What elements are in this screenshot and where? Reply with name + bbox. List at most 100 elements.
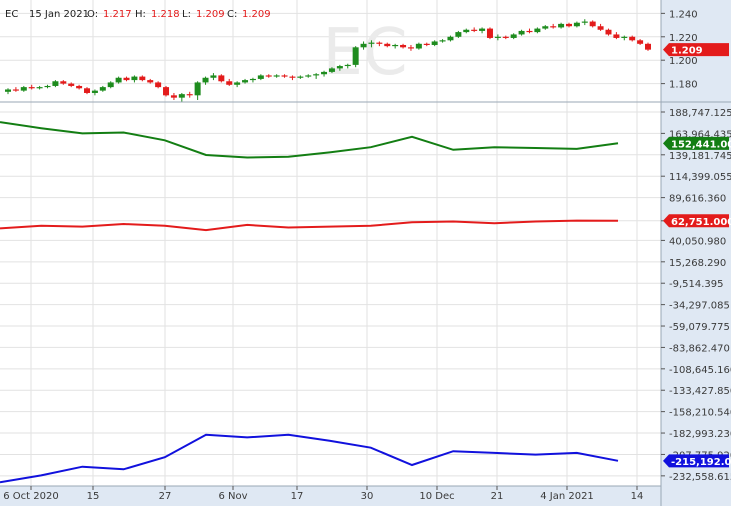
candle-body <box>486 28 493 38</box>
price-y-tick-label: 1.220 <box>669 33 698 44</box>
candle-body <box>645 43 651 50</box>
candle-body <box>494 36 501 38</box>
cot-y-tick-label: -83,862.470 <box>669 343 730 354</box>
cot-y-tick-label: -59,079.775 <box>669 322 730 333</box>
cot-y-tick-label: 139,181.745 <box>669 151 731 162</box>
candle-body <box>170 95 177 98</box>
x-tick-label: 10 Dec <box>419 491 454 502</box>
candle-body <box>344 64 351 67</box>
close-value: 1.209 <box>242 9 271 20</box>
candle-body <box>573 22 580 27</box>
candle-body <box>20 87 27 91</box>
cot-y-tick-label: -133,427.850 <box>669 386 731 397</box>
x-tick-label: 30 <box>361 491 374 502</box>
candle-body <box>242 80 249 83</box>
price-y-tick-label: 1.200 <box>669 56 698 67</box>
open-label: O: <box>87 9 98 20</box>
x-tick-label: 17 <box>291 491 304 502</box>
candle-body <box>297 76 304 78</box>
candle-body <box>550 26 557 28</box>
candle-body <box>542 26 549 29</box>
candle-body <box>5 89 11 92</box>
candle-body <box>392 44 399 47</box>
candle-body <box>210 75 217 78</box>
candle-body <box>321 71 328 75</box>
candle-body <box>558 23 565 28</box>
candle-body <box>273 75 280 77</box>
candle-body <box>91 90 98 93</box>
cot-last-value-tag-2: -215,192.000 <box>671 457 731 468</box>
candle-body <box>257 75 264 79</box>
candle-body <box>581 21 588 23</box>
x-tick-label: 6 Oct 2020 <box>3 491 58 502</box>
candle-body <box>12 89 19 91</box>
candle-body <box>28 87 35 89</box>
candle-body <box>613 34 620 38</box>
candle-body <box>423 43 430 45</box>
low-value: 1.209 <box>196 9 225 20</box>
candle-body <box>139 76 146 81</box>
date-label: 15 Jan 2021 <box>29 9 89 20</box>
candle-body <box>534 28 541 33</box>
x-tick-label: 15 <box>87 491 100 502</box>
candle-body <box>147 80 154 83</box>
candle-body <box>289 76 296 78</box>
high-label: H: <box>135 9 146 20</box>
x-tick-label: 27 <box>159 491 172 502</box>
candle-body <box>415 43 422 49</box>
candle-body <box>510 34 517 38</box>
candle-body <box>305 75 312 77</box>
cot-y-tick-label: 188,747.125 <box>669 108 731 119</box>
candle-body <box>407 47 414 49</box>
candle-body <box>115 77 122 83</box>
cot-y-tick-label: -232,558.615 <box>669 472 731 483</box>
candle-body <box>471 29 478 31</box>
candle-body <box>637 40 644 44</box>
candle-body <box>439 40 446 42</box>
price-y-tick-label: 1.240 <box>669 9 698 20</box>
candle-body <box>368 42 375 44</box>
candle-body <box>194 82 201 96</box>
candle-body <box>328 68 335 72</box>
candle-body <box>107 82 114 88</box>
candle-body <box>447 36 454 41</box>
candle-body <box>526 30 533 33</box>
candle-body <box>518 30 525 35</box>
close-label: C: <box>227 9 237 20</box>
x-tick-label: 6 Nov <box>218 491 247 502</box>
candle-body <box>99 87 106 91</box>
cot-y-tick-label: 114,399.055 <box>669 172 731 183</box>
price-last-value-tag: 1.209 <box>671 46 703 57</box>
candle-body <box>249 78 256 81</box>
candle-body <box>60 81 67 84</box>
cot-y-tick-label: -9,514.395 <box>669 279 724 290</box>
candle-body <box>84 88 91 93</box>
candle-body <box>218 75 225 82</box>
candle-body <box>605 29 612 35</box>
x-tick-label: 14 <box>631 491 644 502</box>
candle-body <box>52 81 59 86</box>
candle-body <box>431 41 438 45</box>
candle-body <box>155 82 162 88</box>
candle-body <box>376 42 383 44</box>
candle-body <box>178 94 185 98</box>
candle-body <box>44 85 51 88</box>
candle-body <box>621 36 628 38</box>
candle-body <box>463 29 470 33</box>
low-label: L: <box>182 9 191 20</box>
price-y-tick-label: 1.180 <box>669 80 698 91</box>
candle-body <box>313 74 320 76</box>
cot-y-tick-label: 40,050.980 <box>669 236 726 247</box>
high-value: 1.218 <box>151 9 180 20</box>
candle-body <box>455 32 462 37</box>
candle-body <box>163 87 170 96</box>
cot-y-tick-label: -182,993.230 <box>669 429 731 440</box>
symbol-label: EC <box>5 9 18 20</box>
cot-y-tick-label: -108,645.160 <box>669 365 731 376</box>
ohlc-header: EC 15 Jan 2021 O: 1.217 H: 1.218 L: 1.20… <box>5 9 271 20</box>
candle-body <box>234 82 241 85</box>
candle-body <box>384 43 391 47</box>
candle-body <box>502 36 509 38</box>
candle-body <box>226 81 233 85</box>
candle-body <box>352 47 359 65</box>
